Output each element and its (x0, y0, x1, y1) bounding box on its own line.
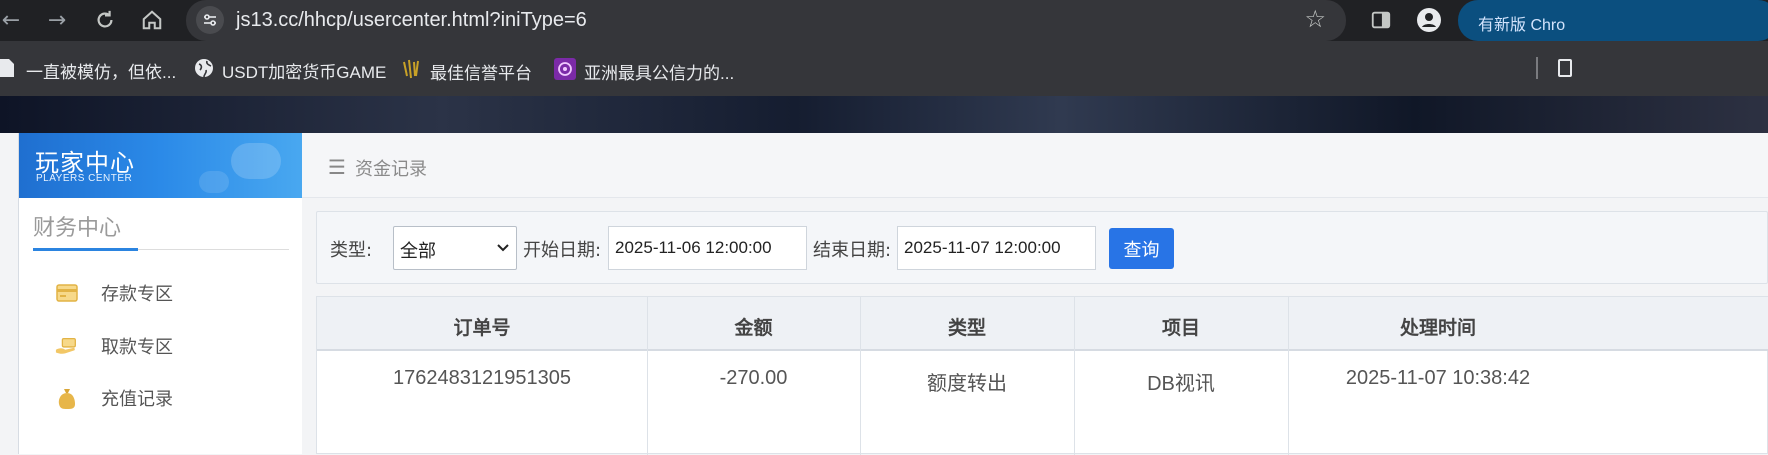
forward-icon[interactable]: → (42, 5, 72, 35)
header-order-number: 订单号 (453, 317, 511, 339)
bookmark-label: 最佳信誉平台 (430, 64, 532, 83)
sidebar-item-label: 取款专区 (101, 337, 173, 358)
profile-avatar-icon[interactable] (1414, 5, 1444, 35)
main-content: ☰ 资金记录 类型: 全部 开始日期: 2025-11-06 12:00:00 … (302, 133, 1768, 455)
sidebar: 玩家中心 PLAYERS CENTER 财务中心 存款专区 取款专区 充值记录 (18, 133, 303, 454)
type-label: 类型: (330, 240, 373, 261)
url-text[interactable]: js13.cc/hhcp/usercenter.html?iniType=6 (236, 9, 587, 32)
cell-processed-time: 2025-11-07 10:38:42 (1345, 367, 1531, 389)
section-accent-bar (33, 248, 138, 251)
brand-subtitle: PLAYERS CENTER (36, 173, 133, 184)
bookmark-star-icon[interactable]: ☆ (1304, 5, 1326, 33)
globe-icon (194, 58, 214, 83)
header-item: 项目 (1161, 317, 1200, 339)
type-select[interactable]: 全部 (393, 226, 517, 270)
purple-logo-icon (554, 58, 576, 85)
filter-bar: 类型: 全部 开始日期: 2025-11-06 12:00:00 结束日期: 2… (316, 211, 1768, 284)
breadcrumb: ☰ 资金记录 (302, 133, 1768, 198)
cell-item: DB视讯 (1147, 373, 1215, 395)
query-button[interactable]: 查询 (1109, 228, 1174, 269)
browser-toolbar: ← → js13.cc/hhcp/usercenter.html?iniType… (0, 0, 1768, 41)
chevron-down-icon (496, 239, 510, 260)
bookmark-item[interactable]: USDT加密货币GAME (194, 58, 386, 83)
page-title: 资金记录 (355, 159, 427, 180)
section-title: 财务中心 (33, 216, 122, 241)
withdraw-hand-icon (55, 334, 79, 358)
header-amount: 金额 (734, 317, 773, 339)
side-panel-icon[interactable] (1366, 5, 1396, 35)
bookmark-label: 亚洲最具公信力的... (584, 64, 735, 83)
sidebar-item-label: 存款专区 (101, 284, 173, 305)
players-center-banner: 玩家中心 PLAYERS CENTER (19, 133, 303, 198)
update-chrome-button[interactable]: 有新版 Chro (1458, 0, 1768, 41)
bookmark-item[interactable]: 亚洲最具公信力的... (554, 58, 734, 85)
cell-order-number: 1762483121951305 (393, 367, 571, 389)
cell-amount: -270.00 (719, 367, 788, 389)
bookmarks-bar: 一直被模仿，但依... USDT加密货币GAME 最佳信誉平台 亚洲最具公信力的… (0, 41, 1768, 96)
sidebar-item-label: 充值记录 (101, 389, 173, 410)
address-bar[interactable]: js13.cc/hhcp/usercenter.html?iniType=6 ☆ (186, 0, 1346, 41)
bookmark-label: USDT加密货币GAME (222, 63, 387, 82)
all-bookmarks-icon[interactable] (1558, 59, 1572, 77)
decorative-bubble (199, 171, 229, 193)
site-info-icon[interactable] (196, 6, 224, 34)
sidebar-item-deposit[interactable]: 存款专区 (55, 278, 173, 308)
bookmark-item[interactable]: 最佳信誉平台 (402, 58, 532, 85)
header-processed-time: 处理时间 (1399, 317, 1476, 339)
end-date-label: 结束日期: (813, 240, 892, 261)
records-table: 订单号 金额 类型 项目 处理时间 1762483121951305 -270.… (316, 296, 1768, 455)
bookmark-item[interactable]: 一直被模仿，但依... (0, 58, 176, 83)
start-date-input[interactable]: 2025-11-06 12:00:00 (608, 226, 807, 270)
type-select-value: 全部 (400, 241, 436, 262)
gold-logo-icon (402, 58, 422, 85)
end-date-input[interactable]: 2025-11-07 12:00:00 (897, 226, 1096, 270)
bookmarks-divider (1536, 57, 1538, 79)
bookmark-label: 一直被模仿，但依... (26, 63, 177, 82)
home-icon[interactable] (137, 5, 167, 35)
cell-type: 额度转出 (927, 373, 1007, 395)
back-icon[interactable]: ← (0, 5, 26, 35)
page-icon (0, 59, 14, 82)
sidebar-item-recharge-records[interactable]: 充值记录 (55, 383, 173, 413)
menu-icon[interactable]: ☰ (328, 155, 346, 179)
header-type: 类型 (947, 317, 986, 339)
money-bag-icon (55, 386, 79, 410)
sidebar-item-withdraw[interactable]: 取款专区 (55, 331, 173, 361)
gamepad-icon (231, 143, 281, 179)
deposit-card-icon (55, 281, 79, 305)
reload-icon[interactable] (90, 5, 120, 35)
start-date-label: 开始日期: (523, 240, 602, 261)
